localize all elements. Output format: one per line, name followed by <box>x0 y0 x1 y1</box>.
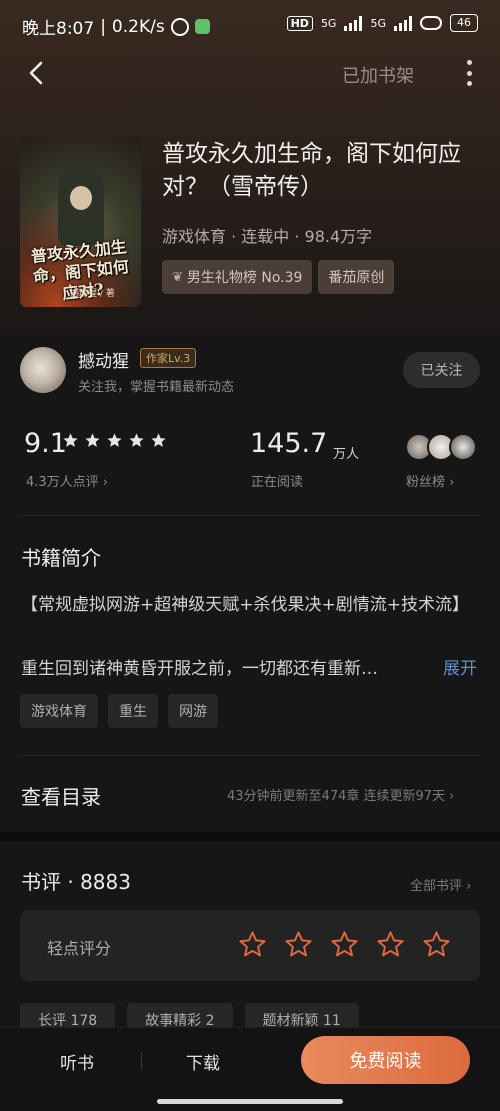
book-cover[interactable]: 普攻永久加生命，阁下如何应对? 撼动猩 / 著 <box>20 136 141 307</box>
back-icon[interactable] <box>22 58 52 88</box>
star-icon <box>151 433 166 447</box>
genre-tag[interactable]: 重生 <box>108 694 158 728</box>
hd-voice-icon: HD <box>286 15 313 31</box>
reading-unit: 万人 <box>333 447 360 462</box>
intro-summary: 重生回到诸神黄昏开服之前，一切都还有重新… <box>21 659 378 679</box>
link-icon <box>420 16 442 30</box>
author-avatar[interactable] <box>20 347 66 393</box>
rating-count-link[interactable]: 4.3万人点评 › <box>26 471 108 490</box>
divider <box>141 1052 142 1070</box>
status-separator: | <box>100 16 106 37</box>
tap-to-rate-box: 轻点评分 <box>20 910 480 981</box>
fans-avatars[interactable] <box>405 433 477 461</box>
download-button[interactable]: 下载 <box>186 1049 220 1074</box>
star-icon <box>63 433 78 447</box>
rating-score: 9.1 <box>24 428 67 459</box>
network-type-2: 5G <box>370 16 386 30</box>
intro-heading: 书籍简介 <box>21 546 101 570</box>
book-badges: ❦ 男生礼物榜 No.39 番茄原创 <box>162 260 395 294</box>
ranking-badge[interactable]: ❦ 男生礼物榜 No.39 <box>162 260 313 294</box>
clock-text: 晚上8:07 <box>22 19 95 39</box>
intro-tagline: 【常规虚拟网游+超神级天赋+杀伐果决+剧情流+技术流】 <box>21 595 469 615</box>
follow-button[interactable]: 已关注 <box>403 352 480 388</box>
genre-tag[interactable]: 网游 <box>168 694 218 728</box>
reading-label: 正在阅读 <box>251 475 304 490</box>
network-type-1: 5G <box>320 16 337 30</box>
section-separator <box>0 832 500 841</box>
divider <box>20 515 480 516</box>
bottom-action-bar: 听书 下载 免费阅读 <box>0 1027 500 1111</box>
author-level-badge: 作家Lv.3 <box>140 348 197 368</box>
reading-count: 145.7 <box>250 428 328 459</box>
tap-to-rate-label: 轻点评分 <box>47 939 112 958</box>
book-meta: 游戏体育 · 连载中 · 98.4万字 <box>162 227 373 246</box>
star-icon <box>107 433 122 447</box>
laurel-icon: ❦ <box>172 269 183 285</box>
added-to-shelf-button[interactable]: 已加书架 <box>342 62 414 88</box>
listen-button[interactable]: 听书 <box>60 1049 94 1074</box>
signal-icon-2 <box>394 15 412 31</box>
fan-avatar <box>449 433 477 461</box>
battery-icon: 46 <box>450 14 478 32</box>
cover-author: 撼动猩 / 著 <box>70 289 115 299</box>
catalog-heading[interactable]: 查看目录 <box>21 781 101 810</box>
home-indicator[interactable] <box>157 1099 343 1104</box>
star-icon <box>85 433 100 447</box>
reviews-heading: 书评 · 8883 <box>21 870 131 894</box>
author-hint: 关注我，掌握书籍最新动态 <box>78 380 235 395</box>
rating-stars <box>62 432 167 449</box>
genre-tags: 游戏体育 重生 网游 <box>20 694 218 728</box>
more-icon[interactable] <box>462 58 476 88</box>
status-bar: 晚上8:07 | 0.2K/s HD 5G 5G 46 <box>0 0 500 50</box>
catalog-update-info[interactable]: 43分钟前更新至474章 连续更新97天 › <box>227 785 454 804</box>
signal-icon <box>344 15 363 31</box>
divider <box>20 755 480 756</box>
rate-stars <box>238 930 451 959</box>
net-speed-text: 0.2K/s <box>111 16 165 37</box>
ranking-badge-label: 男生礼物榜 No.39 <box>186 270 303 286</box>
book-title: 普攻永久加生命，阁下如何应对？（雪帝传） <box>162 141 461 200</box>
fans-ranking-link[interactable]: 粉丝榜 › <box>406 471 454 490</box>
alarm-icon <box>170 17 189 36</box>
author-name[interactable]: 撼动猩 <box>78 347 129 372</box>
original-badge[interactable]: 番茄原创 <box>318 260 395 294</box>
all-reviews-link[interactable]: 全部书评 › <box>410 875 471 894</box>
genre-tag[interactable]: 游戏体育 <box>20 694 98 728</box>
rate-star-4-icon[interactable] <box>376 930 405 959</box>
expand-intro-link[interactable]: 展开 <box>443 654 477 679</box>
free-read-button[interactable]: 免费阅读 <box>301 1036 470 1084</box>
rate-star-3-icon[interactable] <box>330 930 359 959</box>
app-notification-icon <box>194 19 210 34</box>
star-icon <box>129 433 144 447</box>
rate-star-2-icon[interactable] <box>284 930 313 959</box>
rate-star-1-icon[interactable] <box>238 930 267 959</box>
rate-star-5-icon[interactable] <box>422 930 451 959</box>
original-badge-label: 番茄原创 <box>328 270 385 286</box>
